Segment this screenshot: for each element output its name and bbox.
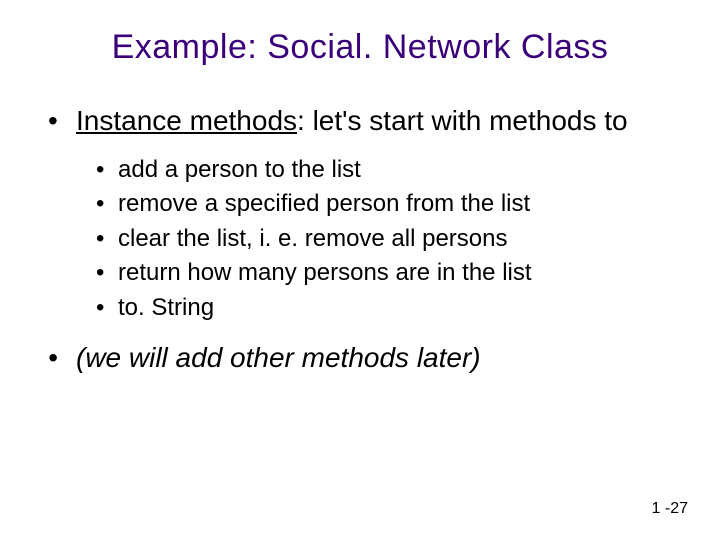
bullet-instance-methods: Instance methods: let's start with metho…	[48, 103, 680, 138]
instance-methods-rest: : let's start with methods to	[297, 105, 628, 136]
slide: Example: Social. Network Class Instance …	[0, 0, 720, 540]
bullet-later-methods: (we will add other methods later)	[48, 340, 680, 375]
sub-bullet-count: return how many persons are in the list	[96, 257, 680, 289]
slide-title: Example: Social. Network Class	[40, 28, 680, 67]
sub-bullet-tostring: to. String	[96, 292, 680, 324]
bullet-list-level1-cont: (we will add other methods later)	[48, 340, 680, 375]
slide-number: 1 -27	[652, 500, 688, 518]
sub-bullet-add: add a person to the list	[96, 154, 680, 186]
sub-bullet-remove: remove a specified person from the list	[96, 188, 680, 220]
bullet-list-level1: Instance methods: let's start with metho…	[48, 103, 680, 138]
bullet-list-level2: add a person to the list remove a specif…	[96, 154, 680, 324]
sub-bullet-clear: clear the list, i. e. remove all persons	[96, 223, 680, 255]
instance-methods-label: Instance methods	[76, 105, 297, 136]
